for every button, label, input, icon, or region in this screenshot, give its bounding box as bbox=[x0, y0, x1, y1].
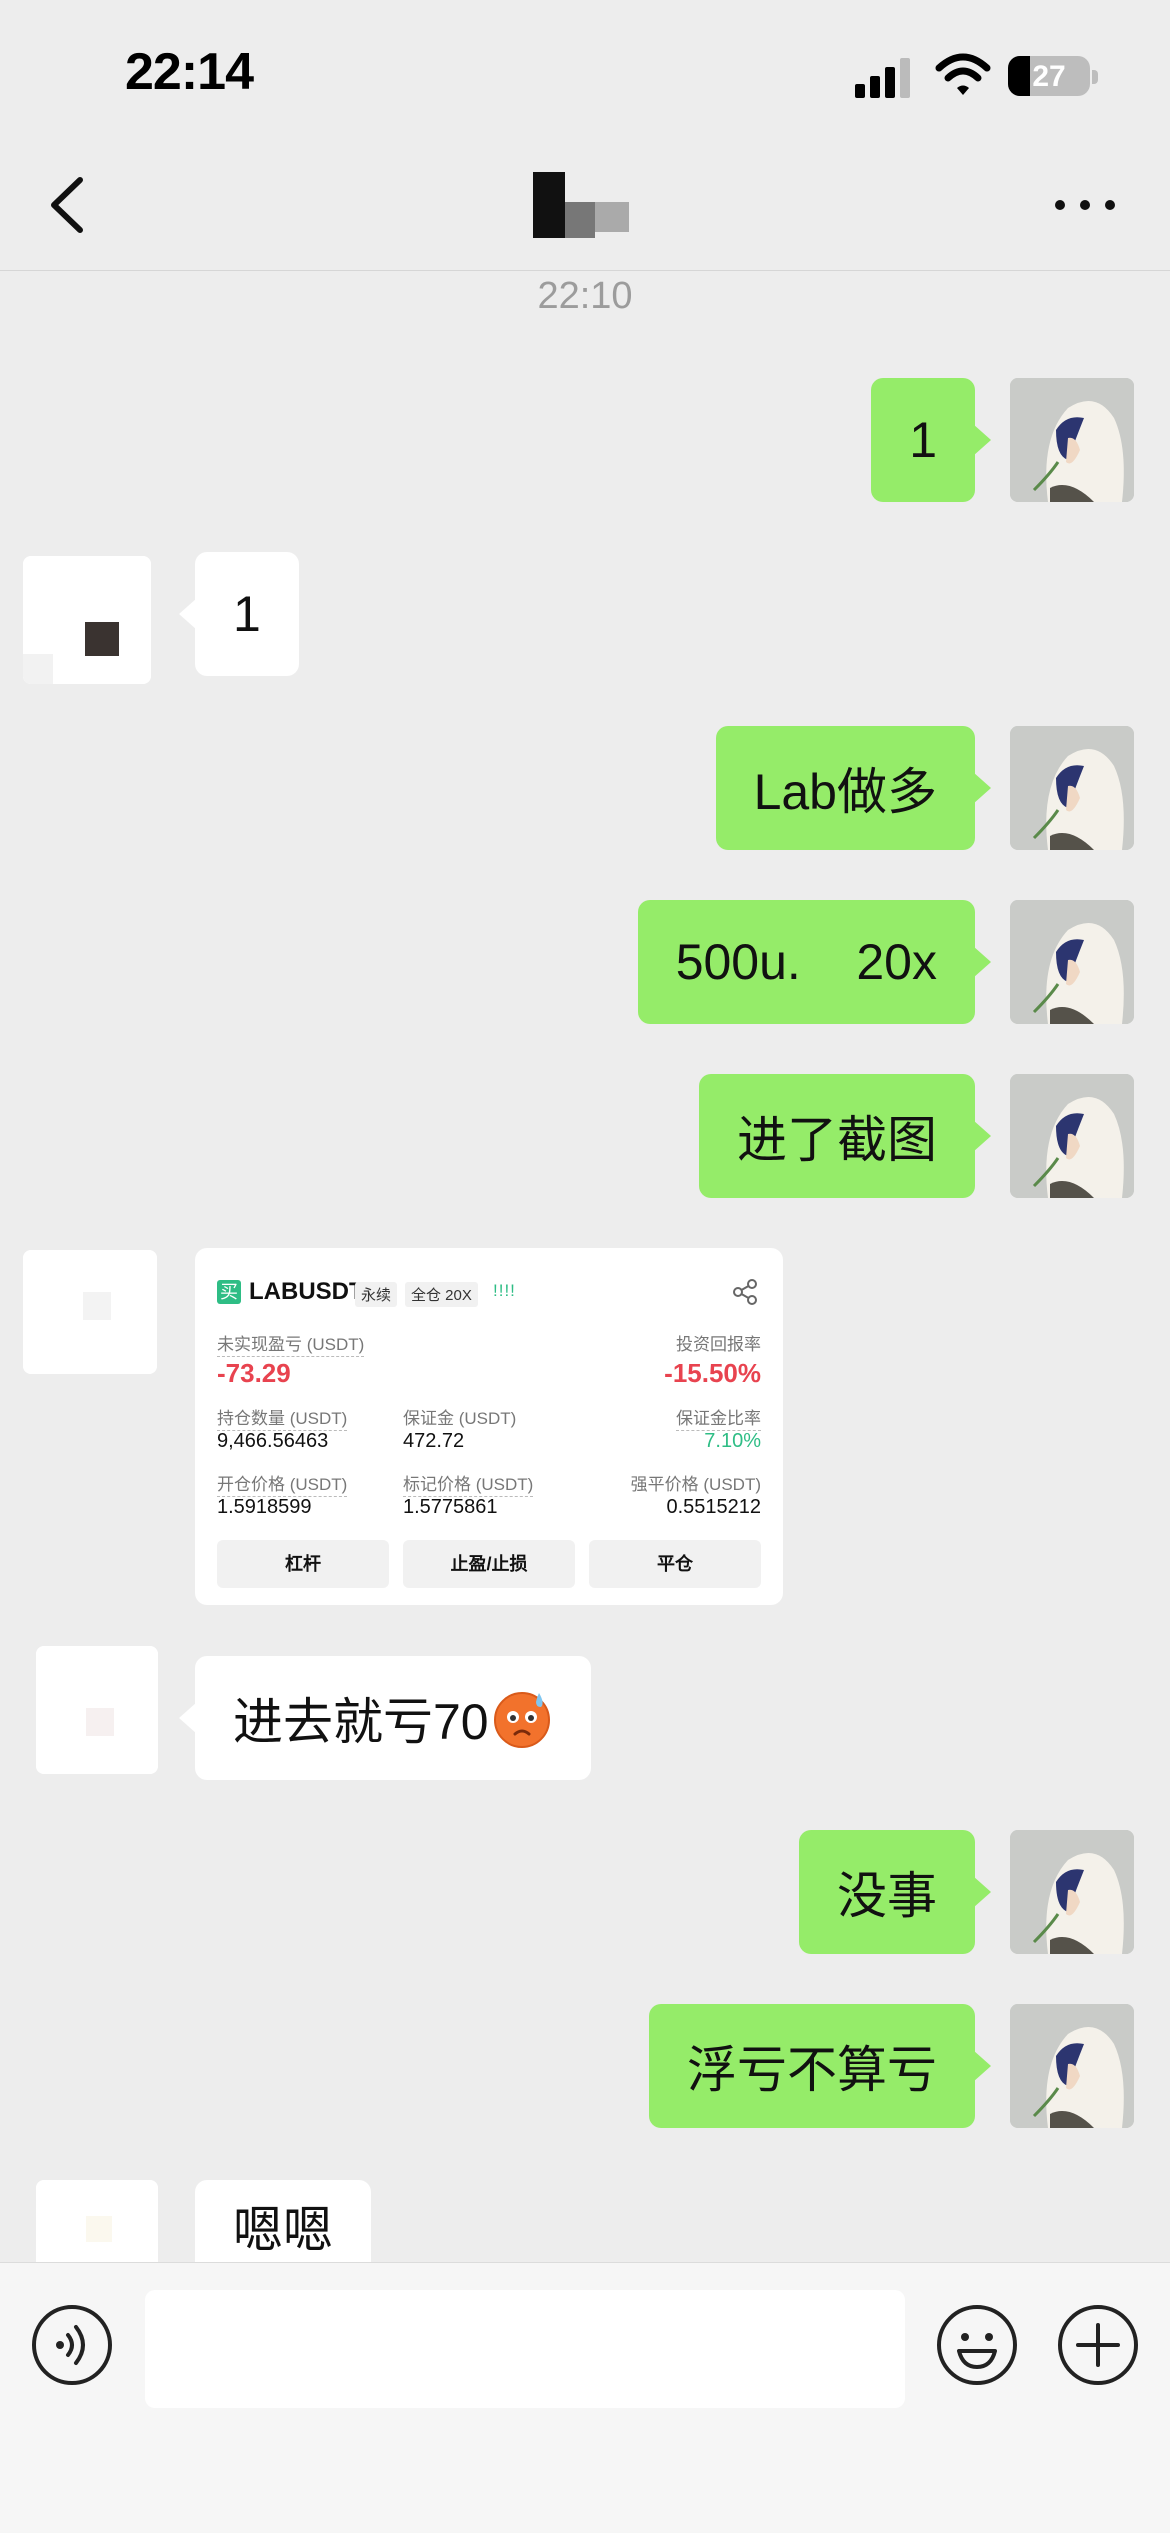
margin-mode-tag: 全仓 20X bbox=[405, 1282, 478, 1307]
anime-avatar-icon bbox=[1010, 2004, 1134, 2128]
leverage-button: 杠杆 bbox=[217, 1540, 389, 1588]
cellular-signal-icon bbox=[855, 58, 910, 98]
avatar[interactable] bbox=[1010, 900, 1134, 1024]
trade-screenshot-card[interactable]: 买 LABUSDT 永续 全仓 20X !!!! 未实现盈亏 (USDT) -7… bbox=[195, 1248, 783, 1605]
message-bubble[interactable]: Lab做多 bbox=[715, 726, 992, 850]
margin-ratio-label: 保证金比率 bbox=[676, 1404, 761, 1431]
message-bubble[interactable]: 500u. 20x bbox=[637, 900, 992, 1024]
blurred-avatar-icon bbox=[36, 2180, 158, 2262]
message-bubble[interactable]: 嗯嗯 bbox=[195, 2180, 371, 2262]
avatar[interactable] bbox=[1010, 726, 1134, 850]
nav-bar bbox=[0, 140, 1170, 271]
message-input[interactable] bbox=[145, 2290, 905, 2408]
message-text: 进去就亏70 bbox=[233, 1694, 489, 1750]
battery-cap bbox=[1092, 70, 1098, 84]
adl-indicator: !!!! bbox=[493, 1281, 516, 1300]
entry-price-value: 1.5918599 bbox=[217, 1496, 312, 1518]
message-bubble[interactable]: 进了截图 bbox=[699, 1074, 991, 1198]
mark-price-value: 1.5775861 bbox=[403, 1496, 498, 1518]
margin-ratio-value: 7.10% bbox=[704, 1430, 761, 1452]
anime-avatar-icon bbox=[1010, 1830, 1134, 1954]
voice-icon[interactable] bbox=[30, 2303, 114, 2387]
wifi-icon bbox=[935, 53, 991, 95]
status-bar: 22:14 27 bbox=[0, 0, 1170, 140]
message-bubble[interactable]: 进去就亏70 bbox=[179, 1656, 591, 1780]
avatar[interactable] bbox=[36, 1646, 158, 1774]
tp-sl-button: 止盈/止损 bbox=[403, 1540, 575, 1588]
blurred-avatar-icon bbox=[23, 556, 151, 684]
liq-price-label: 强平价格 (USDT) bbox=[630, 1475, 761, 1494]
plus-icon[interactable] bbox=[1056, 2303, 1140, 2387]
sweat-face-emoji bbox=[493, 1692, 550, 1748]
trade-symbol: LABUSDT bbox=[249, 1278, 364, 1305]
avatar[interactable] bbox=[36, 2180, 158, 2262]
chat-title-avatar[interactable] bbox=[533, 172, 629, 238]
entry-price-label: 开仓价格 (USDT) bbox=[217, 1470, 348, 1497]
margin-label: 保证金 (USDT) bbox=[403, 1409, 517, 1428]
share-icon bbox=[733, 1279, 757, 1305]
blurred-avatar-icon bbox=[36, 1646, 158, 1774]
chat-timestamp: 22:10 bbox=[537, 275, 633, 317]
anime-avatar-icon bbox=[1010, 1074, 1134, 1198]
anime-avatar-icon bbox=[1010, 726, 1134, 850]
position-size-value: 9,466.56463 bbox=[217, 1430, 329, 1452]
avatar[interactable] bbox=[1010, 1830, 1134, 1954]
battery-level: 27 bbox=[1032, 60, 1066, 93]
emoji-icon[interactable] bbox=[935, 2303, 1019, 2387]
anime-avatar-icon bbox=[1010, 378, 1134, 502]
more-dots-icon[interactable] bbox=[1050, 180, 1120, 230]
close-position-button: 平仓 bbox=[589, 1540, 761, 1588]
avatar[interactable] bbox=[1010, 378, 1134, 502]
message-bubble[interactable]: 没事 bbox=[799, 1830, 991, 1954]
unrealized-pnl-label: 未实现盈亏 (USDT) bbox=[217, 1330, 365, 1357]
perpetual-tag: 永续 bbox=[355, 1282, 398, 1307]
status-time: 22:14 bbox=[125, 43, 254, 101]
margin-value: 472.72 bbox=[403, 1430, 465, 1452]
buy-badge: 买 bbox=[217, 1280, 241, 1304]
mark-price-label: 标记价格 (USDT) bbox=[403, 1470, 534, 1497]
input-bar bbox=[0, 2262, 1170, 2533]
avatar[interactable] bbox=[23, 1250, 157, 1374]
position-size-label: 持仓数量 (USDT) bbox=[217, 1404, 348, 1431]
message-bubble[interactable]: 1 bbox=[871, 378, 991, 502]
battery-indicator: 27 bbox=[1008, 56, 1090, 96]
unrealized-pnl-value: -73.29 bbox=[217, 1358, 291, 1388]
roi-label: 投资回报率 bbox=[676, 1335, 761, 1354]
message-bubble[interactable]: 浮亏不算亏 bbox=[649, 2004, 991, 2128]
liq-price-value: 0.5515212 bbox=[666, 1496, 761, 1518]
avatar[interactable] bbox=[23, 556, 151, 684]
avatar[interactable] bbox=[1010, 2004, 1134, 2128]
avatar[interactable] bbox=[1010, 1074, 1134, 1198]
roi-value: -15.50% bbox=[664, 1358, 761, 1388]
blurred-avatar-icon bbox=[23, 1250, 157, 1374]
message-bubble[interactable]: 1 bbox=[179, 552, 299, 676]
chevron-left-icon[interactable] bbox=[40, 172, 100, 238]
anime-avatar-icon bbox=[1010, 900, 1134, 1024]
